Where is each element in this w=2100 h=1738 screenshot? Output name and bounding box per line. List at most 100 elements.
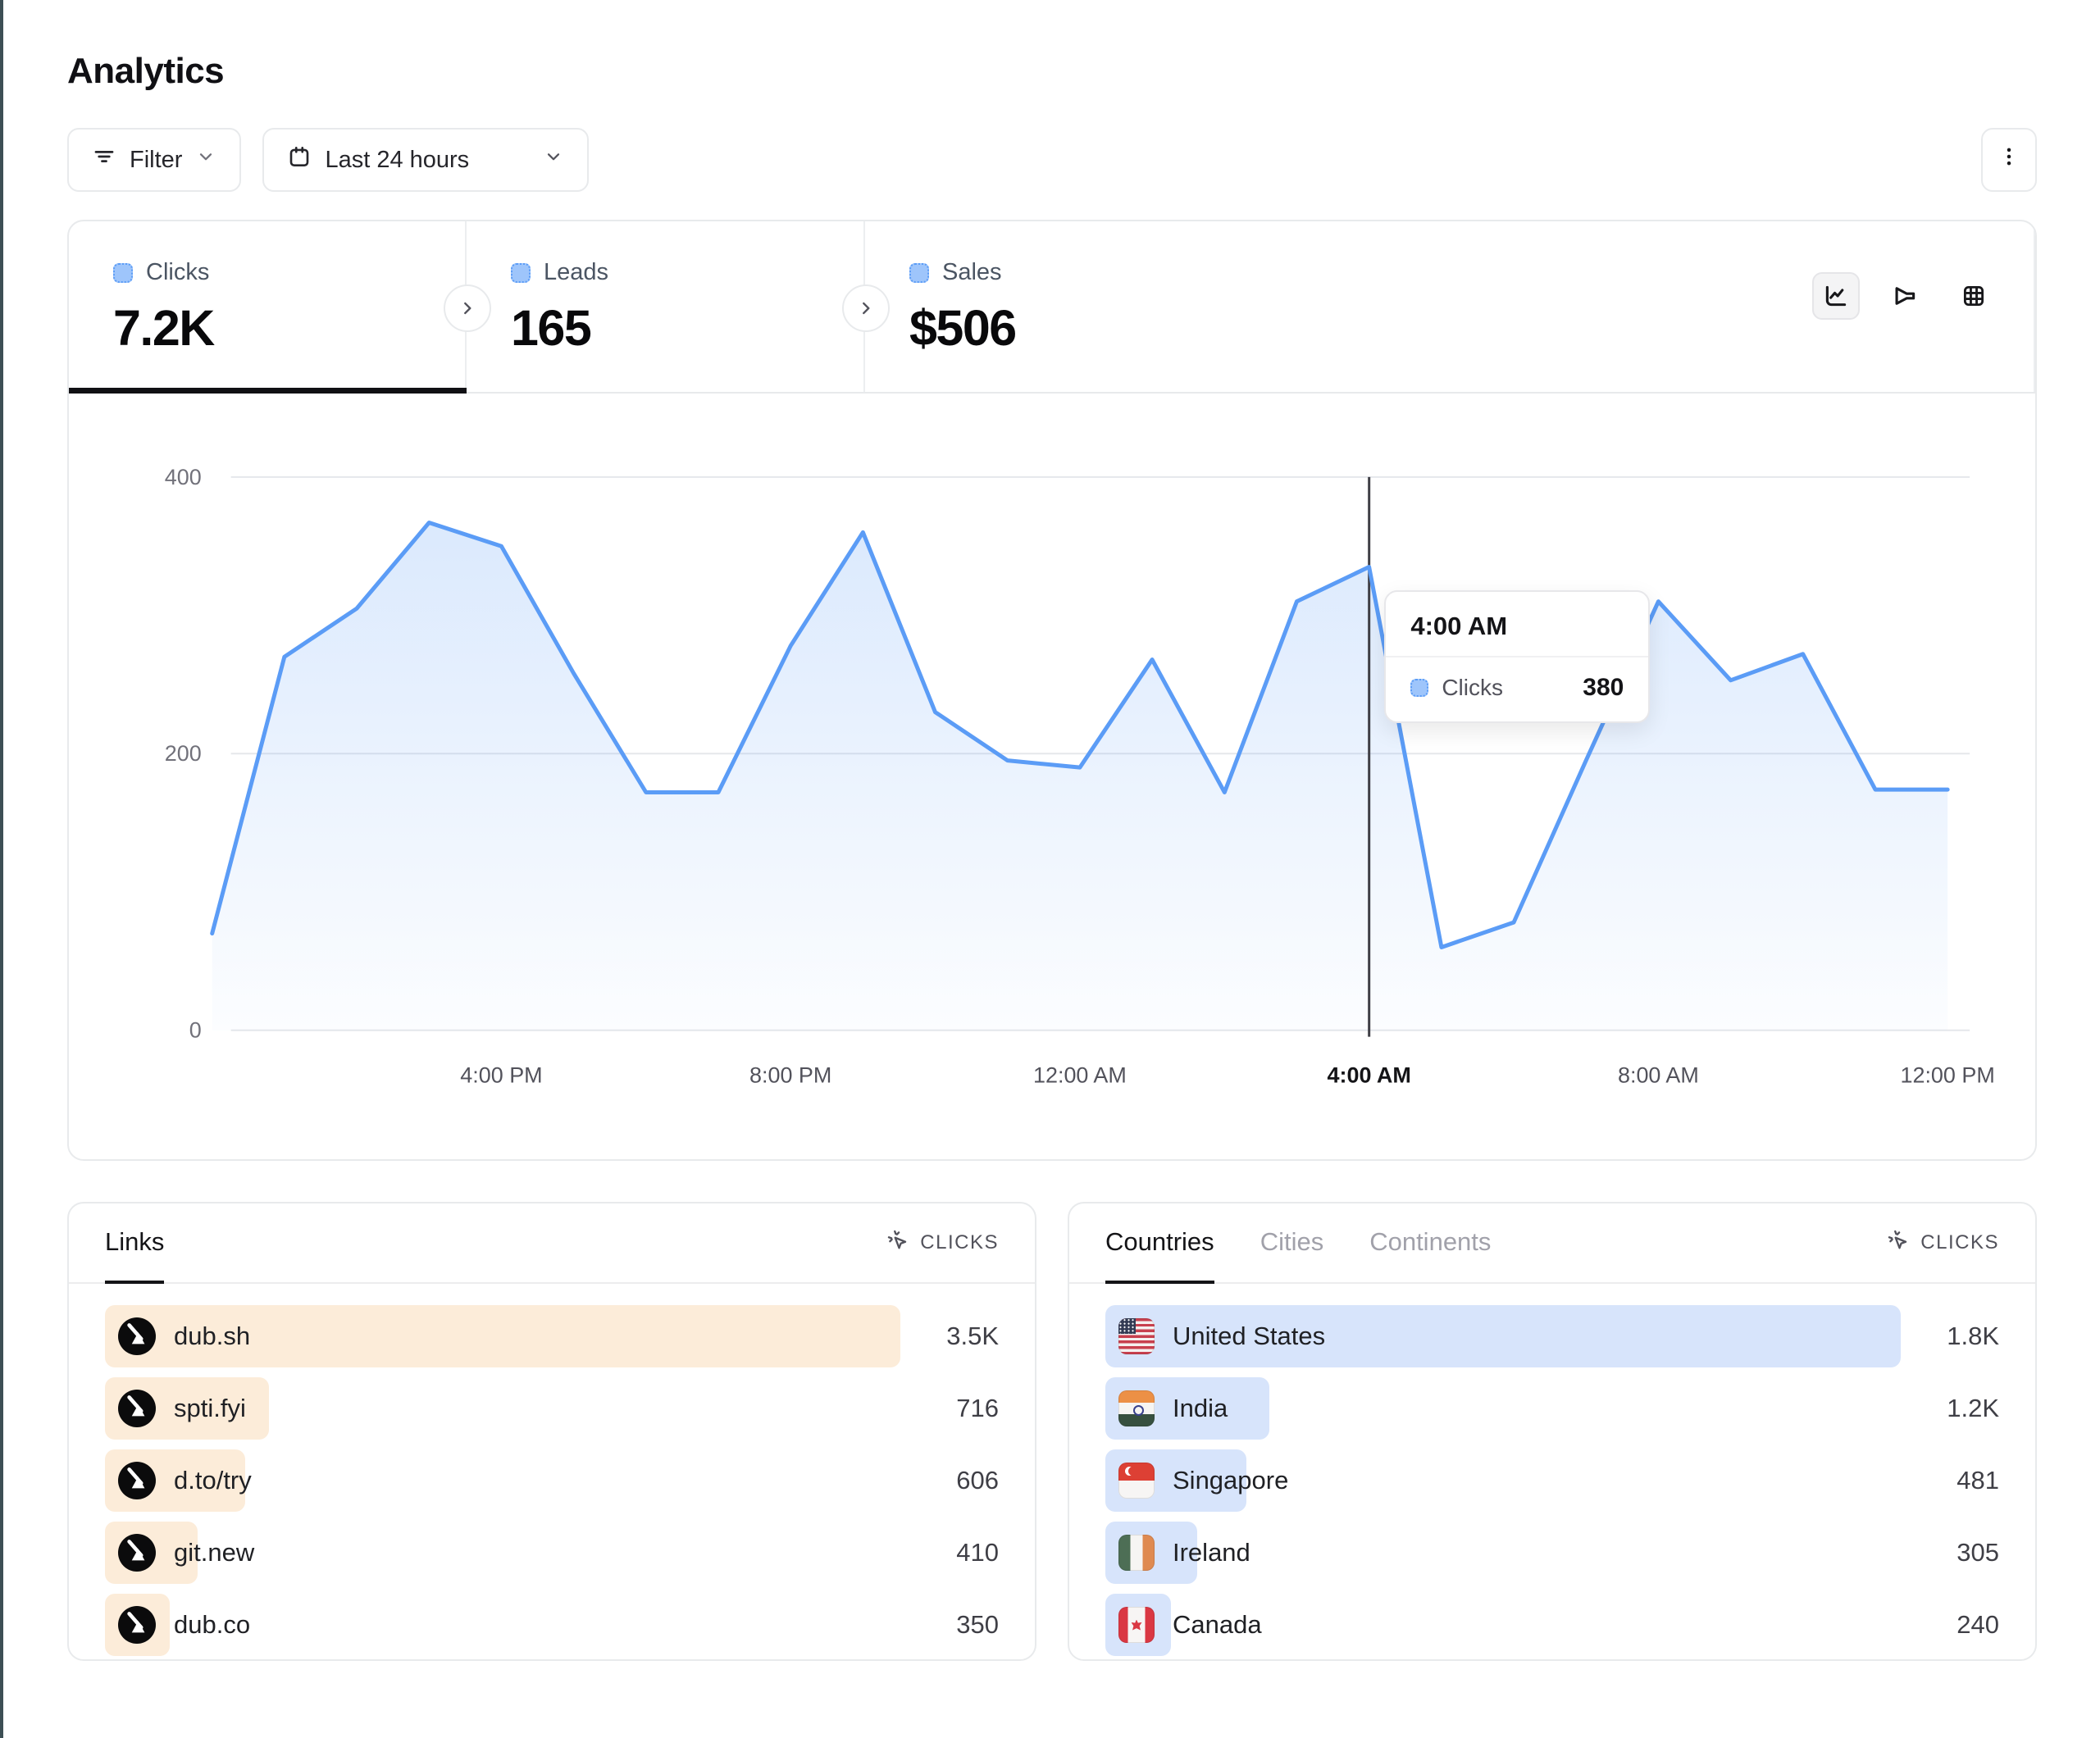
tab-clicks[interactable]: Clicks 7.2K bbox=[69, 221, 467, 392]
clicks-sort-label: CLICKS bbox=[920, 1231, 999, 1254]
tab-countries[interactable]: Countries bbox=[1105, 1203, 1214, 1284]
row-value: 1.8K bbox=[1901, 1322, 1999, 1351]
date-range-button[interactable]: Last 24 hours bbox=[262, 128, 589, 192]
flag-in-icon bbox=[1118, 1390, 1155, 1426]
toolbar: Filter Last 24 hours bbox=[67, 128, 2037, 192]
active-tab-underline bbox=[69, 388, 467, 394]
metric-value: 7.2K bbox=[113, 299, 465, 357]
clicks-swatch-icon bbox=[113, 263, 133, 283]
clicks-sort-label: CLICKS bbox=[1920, 1231, 1999, 1254]
row-value: 305 bbox=[1901, 1538, 1999, 1567]
countries-panel-header: Countries Cities Continents CLICKS bbox=[1069, 1203, 2035, 1284]
more-options-button[interactable] bbox=[1981, 128, 2037, 192]
clicks-sort-badge[interactable]: CLICKS bbox=[886, 1203, 999, 1282]
chevron-right-icon bbox=[457, 298, 478, 319]
svg-text:8:00 PM: 8:00 PM bbox=[749, 1063, 831, 1088]
link-row[interactable]: dub.sh 3.5K bbox=[105, 1305, 999, 1367]
funnel-view-button[interactable] bbox=[1881, 272, 1929, 320]
row-label: dub.sh bbox=[174, 1322, 250, 1351]
dub-logo-icon bbox=[118, 1534, 156, 1572]
countries-panel: Countries Cities Continents CLICKS bbox=[1068, 1202, 2037, 1661]
page-title: Analytics bbox=[67, 51, 2037, 92]
line-chart-icon bbox=[1822, 282, 1850, 310]
tooltip-time: 4:00 AM bbox=[1386, 592, 1648, 657]
metric-label: Leads bbox=[544, 259, 608, 286]
tab-separator-chevron[interactable] bbox=[444, 284, 491, 332]
metric-tabs-row: Clicks 7.2K Leads 165 Sales $506 bbox=[69, 221, 2035, 394]
row-value: 481 bbox=[1901, 1466, 1999, 1495]
chevron-down-icon bbox=[195, 146, 216, 174]
svg-text:0: 0 bbox=[189, 1018, 202, 1043]
chevron-down-icon bbox=[543, 146, 564, 174]
funnel-icon bbox=[1891, 282, 1919, 310]
calendar-icon bbox=[287, 144, 312, 175]
row-label: git.new bbox=[174, 1538, 254, 1567]
row-label: Canada bbox=[1173, 1610, 1262, 1640]
tab-links[interactable]: Links bbox=[105, 1203, 164, 1284]
clicks-chart-svg: 02004004:00 PM8:00 PM12:00 AM4:00 AM8:00… bbox=[69, 394, 2035, 1158]
row-value: 410 bbox=[900, 1538, 999, 1567]
dub-logo-icon bbox=[118, 1606, 156, 1644]
tab-countries-label: Countries bbox=[1105, 1227, 1214, 1257]
svg-text:4:00 AM: 4:00 AM bbox=[1328, 1063, 1411, 1088]
flag-sg-icon bbox=[1118, 1463, 1155, 1499]
link-row[interactable]: dub.co 350 bbox=[105, 1594, 999, 1656]
links-panel: Links CLICKS dub.sh bbox=[67, 1202, 1036, 1661]
row-label: United States bbox=[1173, 1322, 1325, 1351]
kebab-icon bbox=[1997, 144, 2021, 175]
line-chart-view-button[interactable] bbox=[1812, 272, 1860, 320]
dub-logo-icon bbox=[118, 1390, 156, 1427]
country-row[interactable]: Ireland 305 bbox=[1105, 1522, 1999, 1584]
tab-continents-label: Continents bbox=[1369, 1227, 1491, 1257]
row-label: Singapore bbox=[1173, 1466, 1288, 1495]
leads-swatch-icon bbox=[511, 263, 531, 283]
row-value: 350 bbox=[900, 1610, 999, 1640]
filter-button-label: Filter bbox=[130, 147, 182, 174]
filter-icon bbox=[92, 144, 116, 175]
countries-list: United States 1.8K India 1.2K Singapore … bbox=[1069, 1284, 2035, 1656]
tab-cities[interactable]: Cities bbox=[1260, 1203, 1324, 1284]
clicks-chart[interactable]: 02004004:00 PM8:00 PM12:00 AM4:00 AM8:00… bbox=[69, 394, 2035, 1159]
link-row[interactable]: git.new 410 bbox=[105, 1522, 999, 1584]
flag-us-icon bbox=[1118, 1318, 1155, 1354]
cursor-click-icon bbox=[1886, 1228, 1911, 1258]
dub-logo-icon bbox=[118, 1317, 156, 1355]
row-label: Ireland bbox=[1173, 1538, 1250, 1567]
tab-continents[interactable]: Continents bbox=[1369, 1203, 1491, 1284]
link-row[interactable]: d.to/try 606 bbox=[105, 1449, 999, 1512]
metric-value: 165 bbox=[511, 299, 863, 357]
country-row[interactable]: Singapore 481 bbox=[1105, 1449, 1999, 1512]
svg-text:4:00 PM: 4:00 PM bbox=[460, 1063, 542, 1088]
svg-text:200: 200 bbox=[165, 741, 202, 766]
links-panel-header: Links CLICKS bbox=[69, 1203, 1035, 1284]
svg-text:12:00 AM: 12:00 AM bbox=[1033, 1063, 1127, 1088]
row-label: India bbox=[1173, 1394, 1228, 1423]
tab-separator-chevron[interactable] bbox=[842, 284, 890, 332]
link-row[interactable]: spti.fyi 716 bbox=[105, 1377, 999, 1440]
row-value: 716 bbox=[900, 1394, 999, 1423]
svg-text:12:00 PM: 12:00 PM bbox=[1900, 1063, 1994, 1088]
row-value: 240 bbox=[1901, 1610, 1999, 1640]
chart-tooltip: 4:00 AM Clicks 380 bbox=[1384, 590, 1650, 723]
row-label: dub.co bbox=[174, 1610, 250, 1640]
svg-text:400: 400 bbox=[165, 465, 202, 489]
metric-label: Clicks bbox=[146, 259, 209, 286]
analytics-page: Analytics Filter Last 24 hours bbox=[67, 0, 2037, 1661]
tooltip-value: 380 bbox=[1583, 674, 1624, 702]
left-edge-strip bbox=[0, 0, 3, 1738]
chevron-right-icon bbox=[855, 298, 877, 319]
filter-button[interactable]: Filter bbox=[67, 128, 241, 192]
tooltip-series-label: Clicks bbox=[1442, 675, 1503, 701]
country-row[interactable]: United States 1.8K bbox=[1105, 1305, 1999, 1367]
analytics-card: Clicks 7.2K Leads 165 Sales $506 bbox=[67, 220, 2037, 1161]
tab-cities-label: Cities bbox=[1260, 1227, 1324, 1257]
flag-ie-icon bbox=[1118, 1535, 1155, 1571]
row-label: spti.fyi bbox=[174, 1394, 246, 1423]
row-value: 606 bbox=[900, 1466, 999, 1495]
country-row[interactable]: India 1.2K bbox=[1105, 1377, 1999, 1440]
table-view-button[interactable] bbox=[1950, 272, 1998, 320]
row-value: 1.2K bbox=[1901, 1394, 1999, 1423]
tab-leads[interactable]: Leads 165 bbox=[467, 221, 865, 392]
clicks-sort-badge[interactable]: CLICKS bbox=[1886, 1203, 1999, 1282]
country-row[interactable]: Canada 240 bbox=[1105, 1594, 1999, 1656]
